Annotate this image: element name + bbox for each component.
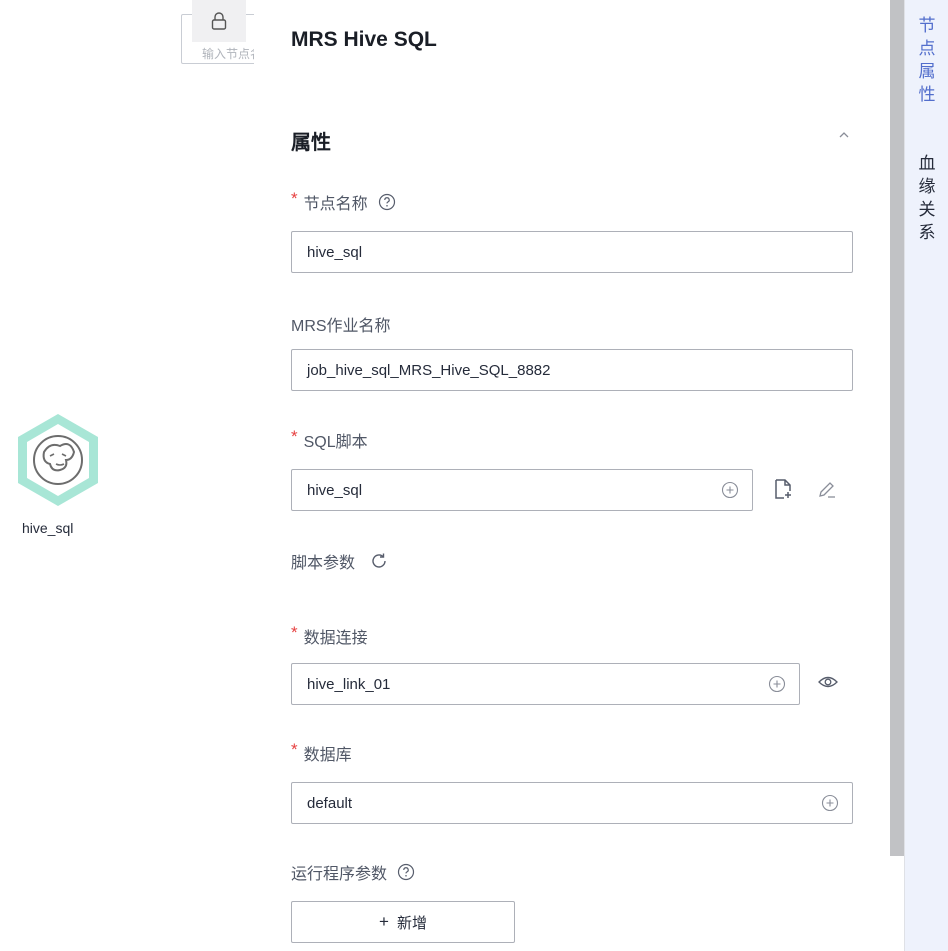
panel-scrollbar[interactable] [890,0,904,951]
required-asterisk: * [291,427,298,446]
tab-char: 血 [918,154,936,173]
hive-node-icon[interactable] [10,412,106,508]
right-tab-bar: 节 点 属 性 血 缘 关 系 [904,0,948,951]
new-file-icon[interactable] [772,478,794,500]
help-icon[interactable] [397,863,415,881]
plus-circle-icon[interactable] [768,675,786,693]
workflow-canvas[interactable]: 输入节点名称 hive_sql [0,0,274,951]
tab-char: 系 [918,223,936,242]
sql-script-label-text: SQL脚本 [303,434,368,451]
add-button[interactable]: + 新增 [291,901,515,943]
database-value: default [307,794,353,812]
database-select[interactable]: default [291,782,853,824]
node-name-label: * 节点名称 [291,189,396,214]
mrs-job-name-input[interactable]: job_hive_sql_MRS_Hive_SQL_8882 [291,349,853,391]
required-asterisk: * [291,189,298,208]
chevron-up-icon[interactable] [837,128,851,142]
data-connection-label-text: 数据连接 [303,630,368,647]
required-asterisk: * [291,740,298,759]
add-button-label: 新增 [396,914,427,932]
tab-lineage[interactable]: 血 缘 关 系 [905,152,948,244]
tab-char: 缘 [918,177,936,196]
scrollbar-thumb[interactable] [890,0,904,856]
sql-script-value: hive_sql [307,481,363,499]
eye-icon[interactable] [817,674,839,690]
database-label-text: 数据库 [303,747,352,764]
data-connection-label: * 数据连接 [291,623,368,648]
mrs-job-name-value: job_hive_sql_MRS_Hive_SQL_8882 [307,361,551,379]
tab-char: 节 [918,16,936,35]
runner-params-label-text: 运行程序参数 [291,866,388,883]
lock-button[interactable] [192,0,246,42]
node-label[interactable]: hive_sql [22,520,73,536]
data-connection-value: hive_link_01 [307,675,391,693]
tab-char: 属 [918,62,936,81]
panel-title: MRS Hive SQL [291,28,437,51]
mrs-job-name-label-text: MRS作业名称 [291,318,391,335]
script-params-label-text: 脚本参数 [291,555,356,572]
runner-params-label: 运行程序参数 [291,860,415,884]
database-label: * 数据库 [291,740,352,765]
edit-icon[interactable] [817,479,837,499]
node-name-label-text: 节点名称 [303,196,368,213]
section-title: 属性 [291,132,331,154]
script-params-label: 脚本参数 [291,549,389,573]
lock-icon [211,12,227,30]
sql-script-select[interactable]: hive_sql [291,469,753,511]
help-icon[interactable] [378,193,396,211]
tab-char: 性 [918,85,936,104]
plus-icon: + [379,912,389,931]
tab-char: 关 [918,200,936,219]
refresh-icon[interactable] [369,551,389,571]
plus-circle-icon[interactable] [721,481,739,499]
plus-circle-icon[interactable] [821,794,839,812]
required-asterisk: * [291,623,298,642]
mrs-job-name-label: MRS作业名称 [291,312,391,336]
node-name-input[interactable]: hive_sql [291,231,853,273]
node-name-value: hive_sql [307,243,363,261]
data-connection-select[interactable]: hive_link_01 [291,663,800,705]
sql-script-label: * SQL脚本 [291,427,368,452]
properties-panel: MRS Hive SQL 属性 * 节点名称 hive_sql MRS作业名称 … [254,0,890,951]
tab-char: 点 [918,39,936,58]
tab-node-properties[interactable]: 节 点 属 性 [905,14,948,106]
